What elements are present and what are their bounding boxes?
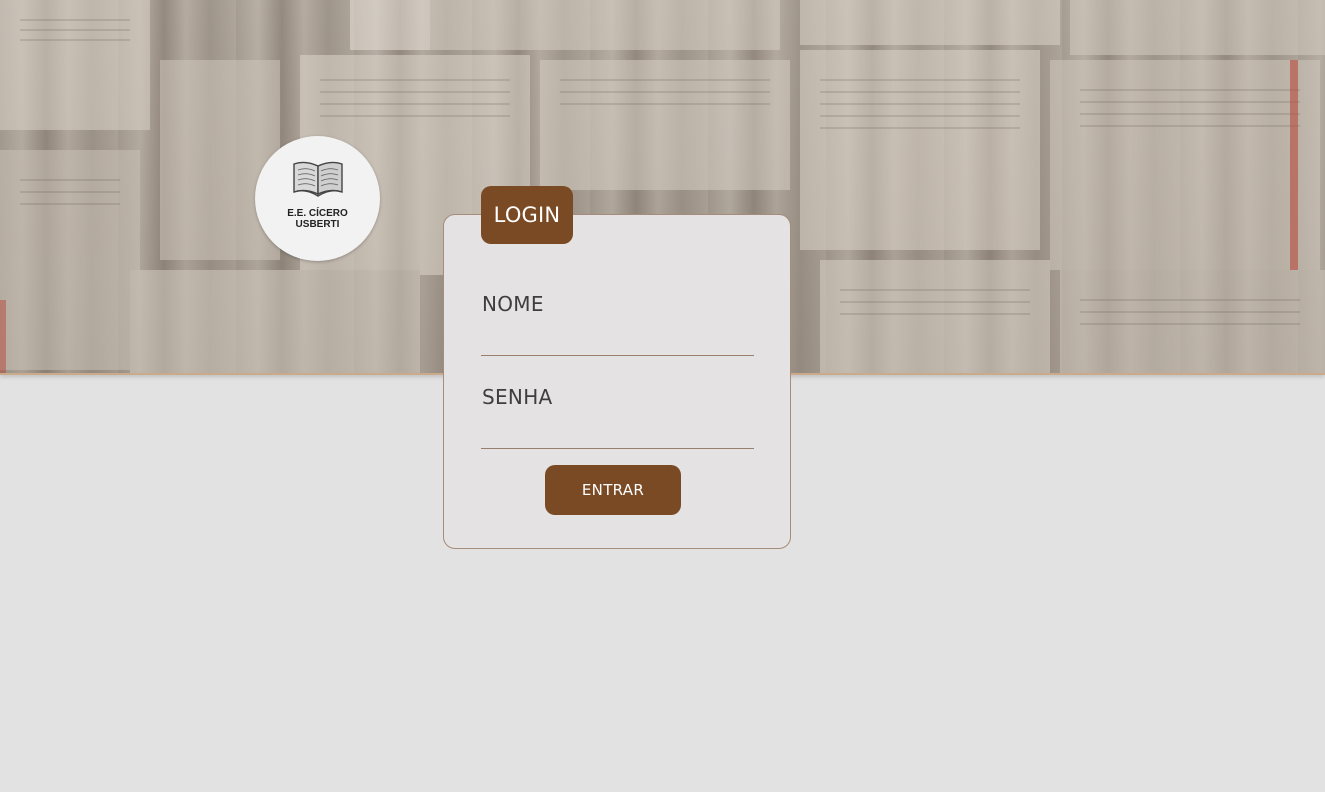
password-label: SENHA bbox=[482, 385, 553, 409]
login-title: LOGIN bbox=[481, 186, 573, 244]
school-logo[interactable]: E.E. CÍCERO USBERTI bbox=[255, 136, 380, 261]
enter-button[interactable]: ENTRAR bbox=[545, 465, 681, 515]
open-book-icon bbox=[293, 161, 343, 197]
password-input[interactable] bbox=[481, 414, 754, 449]
name-input[interactable] bbox=[481, 321, 754, 356]
school-name-line2: USBERTI bbox=[295, 219, 340, 230]
name-label: NOME bbox=[482, 292, 544, 316]
school-name-line1: E.E. CÍCERO bbox=[287, 208, 348, 219]
school-name: E.E. CÍCERO USBERTI bbox=[255, 208, 380, 230]
